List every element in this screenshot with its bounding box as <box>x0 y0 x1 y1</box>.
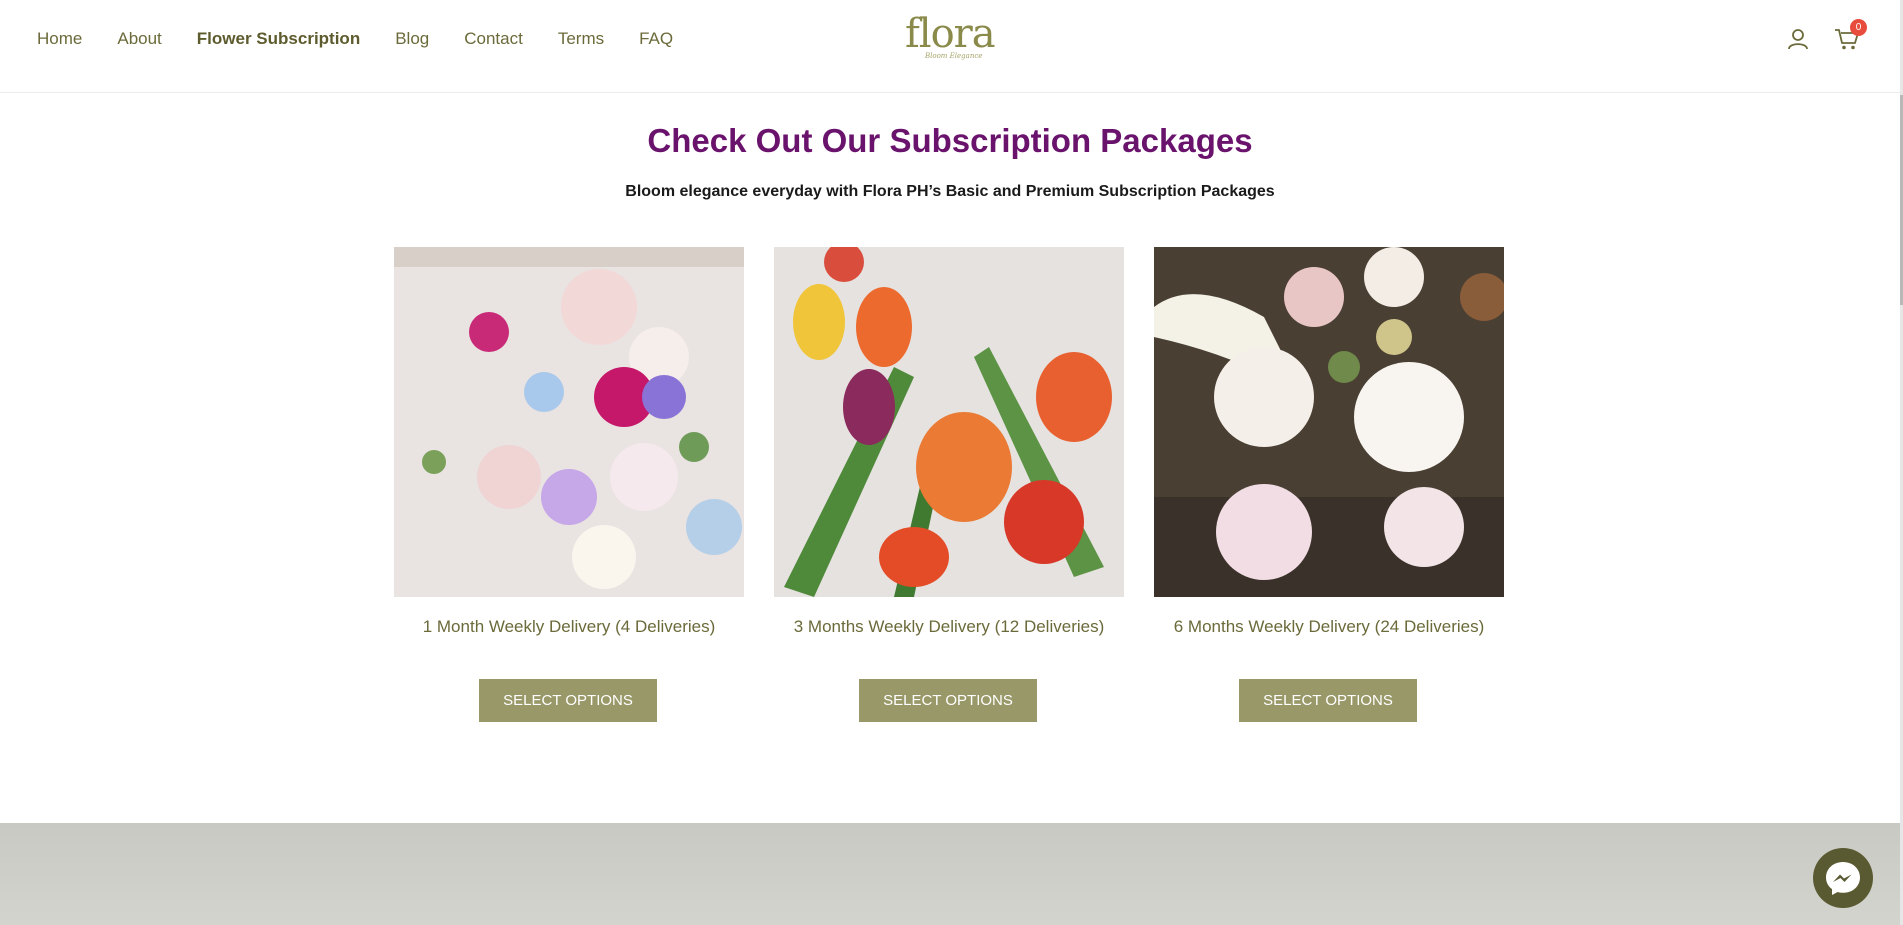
section-subtitle: Bloom elegance everyday with Flora PH’s … <box>625 183 1275 200</box>
nav-faq[interactable]: FAQ <box>639 29 673 49</box>
section-title: Check Out Our Subscription Packages <box>647 122 1253 159</box>
cart-count-badge: 0 <box>1850 19 1867 36</box>
nav-about[interactable]: About <box>117 29 161 49</box>
flora-logo[interactable]: flora Bloom Elegance <box>905 10 996 70</box>
messenger-icon <box>1826 862 1860 895</box>
select-options-button[interactable]: SELECT OPTIONS <box>1239 679 1417 722</box>
package-title[interactable]: 1 Month Weekly Delivery (4 Deliveries) <box>374 617 764 637</box>
select-options-button[interactable]: SELECT OPTIONS <box>479 679 657 722</box>
nav-blog[interactable]: Blog <box>395 29 429 49</box>
nav-home[interactable]: Home <box>37 29 82 49</box>
main-nav: Home About Flower Subscription Blog Cont… <box>37 0 708 78</box>
next-section-banner <box>0 823 1900 925</box>
select-options-button[interactable]: SELECT OPTIONS <box>859 679 1037 722</box>
logo-tagline: Bloom Elegance <box>925 52 983 60</box>
package-card: 6 Months Weekly Delivery (24 Deliveries)… <box>1154 247 1504 722</box>
site-header: Home About Flower Subscription Blog Cont… <box>0 0 1900 93</box>
nav-flower-subscription[interactable]: Flower Subscription <box>197 29 360 49</box>
package-card: 1 Month Weekly Delivery (4 Deliveries) S… <box>394 247 744 722</box>
nav-terms[interactable]: Terms <box>558 29 604 49</box>
logo-text: flora <box>905 11 996 57</box>
package-card: 3 Months Weekly Delivery (12 Deliveries)… <box>774 247 1124 722</box>
package-image-white-peonies[interactable] <box>1154 247 1504 597</box>
messenger-chat-button[interactable] <box>1813 848 1873 908</box>
package-title[interactable]: 3 Months Weekly Delivery (12 Deliveries) <box>754 617 1144 637</box>
package-image-tulips[interactable] <box>774 247 1124 597</box>
package-title[interactable]: 6 Months Weekly Delivery (24 Deliveries) <box>1134 617 1524 637</box>
nav-contact[interactable]: Contact <box>464 29 523 49</box>
package-image-mixed-bouquet[interactable] <box>394 247 744 597</box>
user-icon[interactable] <box>1786 27 1810 51</box>
